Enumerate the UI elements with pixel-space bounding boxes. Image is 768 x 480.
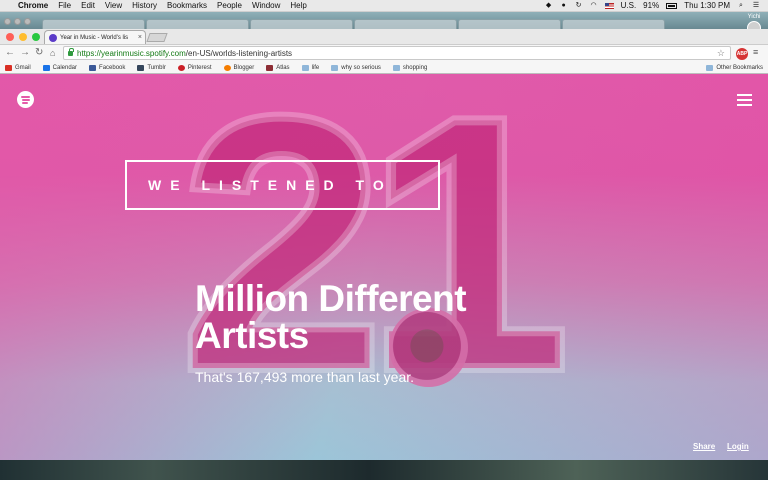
status-area: ◆ ● ↻ ◠ U.S. 91% Thu 1:30 PM ⌕ ☰ — [545, 1, 768, 10]
bookmark-gmail[interactable]: Gmail — [5, 64, 31, 71]
other-bookmarks-folder[interactable]: Other Bookmarks — [706, 64, 763, 71]
hamburger-menu-icon[interactable] — [737, 94, 752, 106]
bookmark-facebook[interactable]: Facebook — [89, 64, 126, 71]
bookmark-label: life — [311, 64, 320, 71]
bookmark-star-icon[interactable]: ☆ — [717, 48, 725, 59]
pinterest-icon — [177, 64, 185, 71]
lock-icon — [68, 47, 74, 56]
page-headline: Million Different Artists — [195, 278, 467, 356]
home-icon[interactable]: ⌂ — [50, 47, 55, 59]
background-window-control[interactable] — [14, 18, 21, 25]
spotify-logo-icon[interactable] — [17, 91, 34, 108]
menu-bookmarks[interactable]: Bookmarks — [167, 1, 207, 10]
bookmark-atlas[interactable]: Atlas — [266, 64, 290, 71]
mac-menu-bar: Chrome File Edit View History Bookmarks … — [0, 0, 768, 12]
sync-icon[interactable]: ↻ — [575, 2, 583, 9]
reload-icon[interactable]: ↻ — [35, 47, 43, 59]
folder-icon — [301, 64, 309, 71]
comparison-text: That's 167,493 more than last year. — [195, 369, 415, 385]
url-path: /en-US/worlds-listening-artists — [185, 48, 293, 58]
zoom-window-button[interactable] — [32, 33, 40, 41]
chrome-menu-icon[interactable]: ≡ — [753, 47, 758, 57]
bookmark-folder-why-so-serious[interactable]: why so serious — [331, 64, 381, 71]
close-tab-icon[interactable]: × — [138, 34, 142, 41]
bookmark-label: Atlas — [276, 64, 290, 71]
drop-icon[interactable]: ● — [560, 2, 568, 9]
back-arrow-icon[interactable]: ← — [5, 47, 15, 59]
browser-toolbar: ← → ↻ ⌂ https:// yearinmusic.spotify.com… — [0, 44, 768, 62]
menu-edit[interactable]: Edit — [81, 1, 95, 10]
other-bookmarks-label: Other Bookmarks — [716, 64, 763, 71]
menu-view[interactable]: View — [105, 1, 122, 10]
gmail-icon — [5, 64, 12, 71]
desktop-wallpaper — [0, 460, 768, 480]
spotify-favicon-icon — [49, 33, 57, 42]
minimize-window-button[interactable] — [19, 33, 27, 41]
battery-icon[interactable] — [666, 2, 678, 9]
facebook-icon — [89, 64, 97, 71]
bookmark-label: shopping — [402, 64, 428, 71]
bookmark-blogger[interactable]: Blogger — [223, 64, 255, 71]
background-window-control[interactable] — [4, 18, 11, 25]
bookmark-calendar[interactable]: Calendar — [42, 64, 78, 71]
calendar-icon — [42, 64, 50, 71]
active-tab-title: Year in Music - World's lis — [60, 34, 129, 41]
bookmark-folder-shopping[interactable]: shopping — [392, 64, 428, 71]
bookmark-label: Tumblr — [147, 64, 166, 71]
folder-icon — [331, 64, 339, 71]
bookmark-label: Pinterest — [187, 64, 212, 71]
menu-help[interactable]: Help — [290, 1, 306, 10]
profile-name: Yichi — [747, 14, 761, 20]
menu-history[interactable]: History — [132, 1, 157, 10]
url-scheme: https:// — [77, 48, 102, 58]
bookmarks-bar: Gmail Calendar Facebook Tumblr Pinterest… — [0, 62, 768, 73]
battery-percent[interactable]: 91% — [643, 1, 659, 10]
dropbox-icon[interactable]: ◆ — [545, 2, 553, 9]
us-flag-icon[interactable] — [604, 2, 614, 9]
menu-people[interactable]: People — [217, 1, 242, 10]
bookmark-folder-life[interactable]: life — [301, 64, 320, 71]
folder-icon — [392, 64, 400, 71]
bookmark-tumblr[interactable]: Tumblr — [137, 64, 166, 71]
active-tab[interactable]: Year in Music - World's lis × — [44, 30, 146, 44]
notification-center-icon[interactable]: ☰ — [752, 2, 760, 9]
browser-window-chrome: Year in Music - World's lis × ← → ↻ ⌂ ht… — [0, 29, 768, 74]
menu-chrome[interactable]: Chrome — [18, 1, 48, 10]
bookmark-label: why so serious — [341, 64, 381, 71]
address-bar[interactable]: https:// yearinmusic.spotify.com /en-US/… — [63, 46, 731, 60]
folder-icon — [706, 64, 714, 71]
tumblr-icon — [137, 64, 145, 71]
atlas-icon — [266, 64, 274, 71]
window-controls — [6, 33, 40, 41]
login-link[interactable]: Login — [727, 442, 749, 451]
wifi-icon[interactable]: ◠ — [590, 2, 598, 9]
share-link[interactable]: Share — [693, 442, 715, 451]
clock[interactable]: Thu 1:30 PM — [684, 1, 730, 10]
input-source-label[interactable]: U.S. — [621, 1, 637, 10]
menu-window[interactable]: Window — [252, 1, 280, 10]
menu-file[interactable]: File — [58, 1, 71, 10]
spotlight-search-icon[interactable]: ⌕ — [737, 2, 745, 9]
close-window-button[interactable] — [6, 33, 14, 41]
url-host: yearinmusic.spotify.com — [101, 48, 186, 58]
forward-arrow-icon[interactable]: → — [20, 47, 30, 59]
bookmark-label: Gmail — [15, 64, 31, 71]
we-listened-to-box: WE LISTENED TO — [125, 160, 440, 210]
bookmark-pinterest[interactable]: Pinterest — [177, 64, 212, 71]
bookmark-label: Facebook — [99, 64, 126, 71]
new-tab-button[interactable] — [146, 33, 168, 42]
bookmark-label: Blogger — [233, 64, 255, 71]
spotify-year-in-music-page: 21 21 WE LISTENED TO Million Different A… — [0, 74, 768, 460]
bookmark-label: Calendar — [52, 64, 78, 71]
adblock-extension-icon[interactable]: ABP — [736, 48, 748, 60]
background-window-control[interactable] — [24, 18, 31, 25]
blogger-icon — [223, 64, 231, 71]
